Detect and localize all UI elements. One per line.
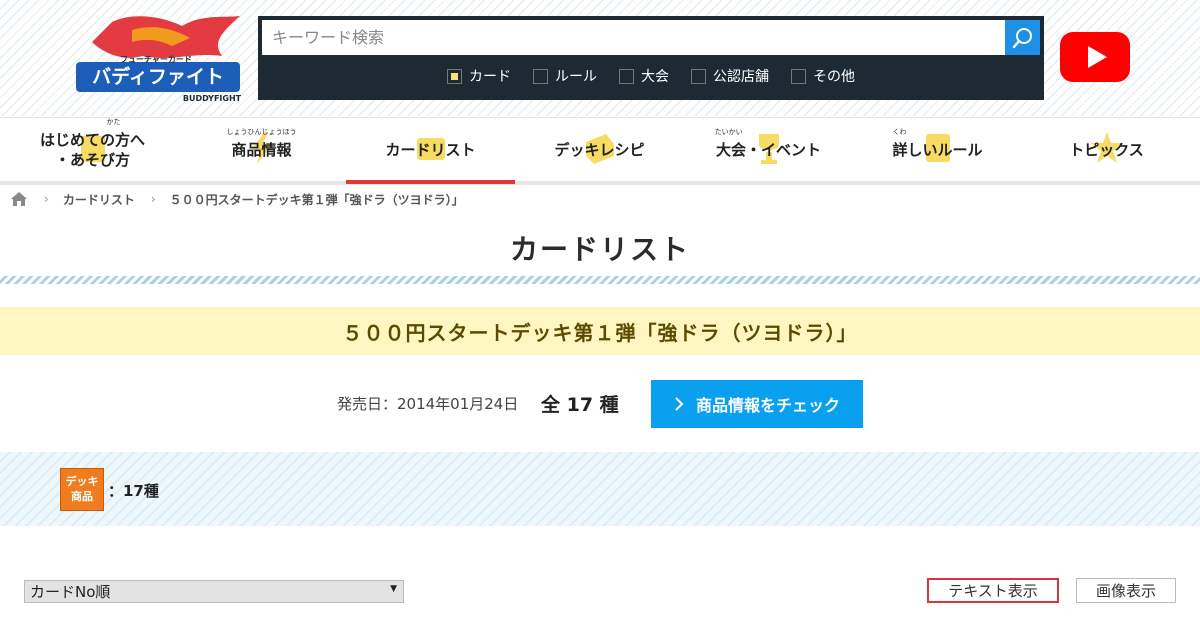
search-input[interactable] (262, 20, 1005, 55)
checkbox-icon[interactable] (791, 68, 806, 84)
deck-count: ：17種 (108, 482, 159, 500)
nav-rules[interactable]: くわ 詳しいルール (853, 118, 1022, 182)
nav-divider (0, 181, 1200, 185)
filter-tournament[interactable]: 大会 (619, 64, 669, 88)
buddyfight-logo[interactable]: バディファイト BUDDYFIGHT フューチャーカード (72, 12, 244, 104)
filter-rule[interactable]: ルール (533, 64, 597, 88)
chevron-right-icon (675, 397, 684, 411)
nav-products[interactable]: しょうひんじょうほう 商品情報 (177, 118, 346, 182)
deck-product-badge: デッキ 商品 (60, 468, 104, 511)
nav-tournament[interactable]: たいかい 大会・イベント (684, 118, 853, 182)
dropdown-arrow-icon: ▼ (390, 584, 397, 594)
checkbox-icon[interactable] (691, 68, 706, 84)
product-name: ５００円スタートデッキ第１弾「強ドラ（ツヨドラ）」 (0, 307, 1200, 355)
card-type-summary: デッキ 商品 ：17種 (0, 452, 1200, 526)
breadcrumb-cardlist[interactable]: カードリスト (63, 191, 135, 208)
nav-cardlist[interactable]: カードリスト (346, 118, 515, 182)
image-view-button[interactable]: 画像表示 (1076, 578, 1176, 603)
card-count: 全 17 種 (541, 394, 619, 416)
filter-official-store[interactable]: 公認店舗 (691, 64, 769, 88)
check-product-button[interactable]: 商品情報をチェック (651, 380, 863, 428)
search-panel: カード ルール 大会 公認店舗 その他 (258, 16, 1044, 100)
global-nav: かた はじめての方へ ・あそび方 しょうひんじょうほう 商品情報 カードリスト デッ… (0, 117, 1200, 185)
breadcrumb: › カードリスト › ５００円スタートデッキ第１弾「強ドラ（ツヨドラ）」 (10, 189, 464, 209)
sort-select[interactable]: カードNo順 ▼ (24, 580, 404, 603)
checkbox-icon[interactable] (619, 68, 634, 84)
chevron-right-icon: › (44, 192, 49, 206)
search-button[interactable] (1005, 20, 1040, 55)
filter-other[interactable]: その他 (791, 64, 855, 88)
svg-text:バディファイト: バディファイト (92, 65, 224, 88)
title-divider (0, 276, 1200, 284)
release-info: 発売日：2014年01月24日 全 17 種 商品情報をチェック (0, 380, 1200, 428)
search-filters: カード ルール 大会 公認店舗 その他 (258, 64, 1044, 88)
search-icon (1012, 27, 1032, 48)
svg-text:BUDDYFIGHT: BUDDYFIGHT (183, 94, 242, 103)
nav-active-indicator (346, 180, 515, 184)
site-header: バディファイト BUDDYFIGHT フューチャーカード カード ルール 大会 … (0, 0, 1200, 116)
checkbox-icon[interactable] (533, 68, 548, 84)
home-icon[interactable] (10, 191, 28, 207)
checkbox-checked-icon[interactable] (447, 68, 462, 84)
breadcrumb-current: ５００円スタートデッキ第１弾「強ドラ（ツヨドラ）」 (169, 192, 464, 207)
text-view-button[interactable]: テキスト表示 (927, 578, 1059, 603)
svg-text:フューチャーカード: フューチャーカード (120, 55, 192, 64)
filter-card[interactable]: カード (447, 64, 511, 88)
youtube-link[interactable] (1060, 32, 1130, 82)
nav-beginners[interactable]: かた はじめての方へ ・あそび方 (8, 118, 177, 182)
page-title: カードリスト (509, 233, 690, 266)
release-date: 発売日：2014年01月24日 (337, 395, 519, 413)
youtube-icon (1060, 32, 1130, 82)
chevron-right-icon: › (150, 192, 156, 206)
nav-deck-recipe[interactable]: デッキレシピ (515, 118, 684, 182)
nav-topics[interactable]: トピックス (1022, 118, 1191, 182)
